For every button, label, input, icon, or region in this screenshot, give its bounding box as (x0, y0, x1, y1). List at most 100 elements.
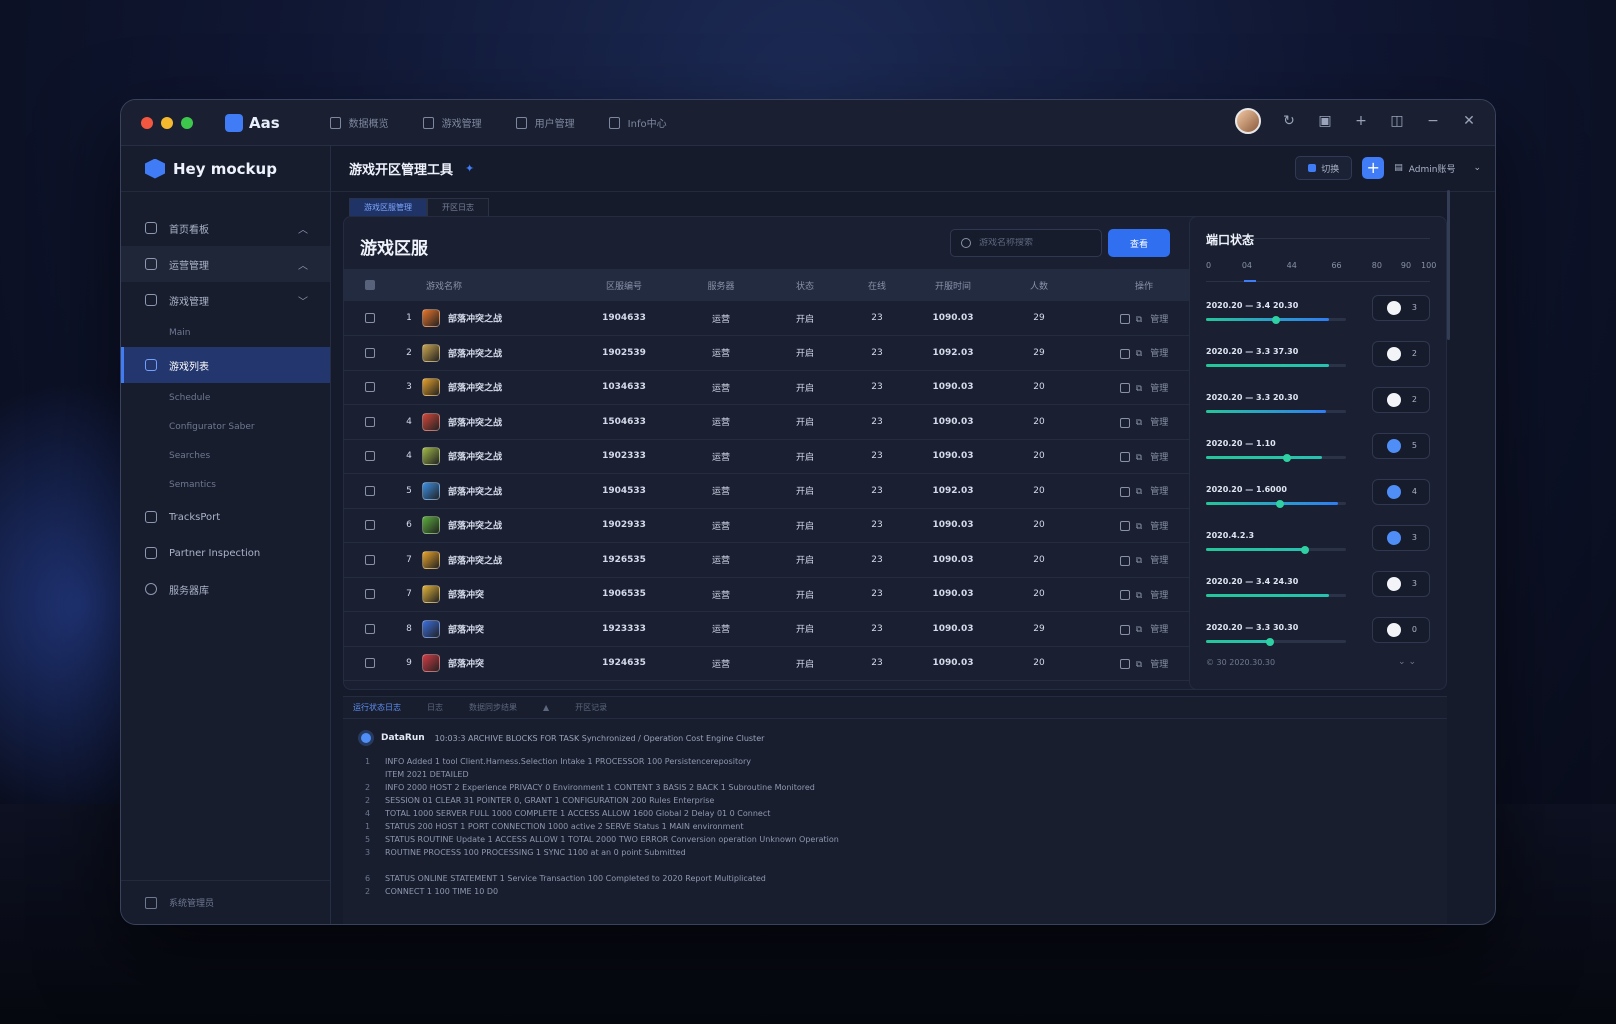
row-checkbox[interactable] (365, 589, 375, 599)
switch-button[interactable]: 切换 (1295, 156, 1353, 180)
sidebar-item-partner[interactable]: Partner Inspection (121, 535, 330, 571)
close-icon[interactable]: ✕ (1461, 113, 1477, 129)
slider-knob[interactable] (1283, 453, 1292, 462)
slider-knob[interactable] (1272, 315, 1280, 324)
port-slider[interactable] (1206, 315, 1346, 324)
edit-icon[interactable] (1119, 521, 1130, 532)
select-all-cell[interactable] (344, 269, 396, 301)
game-cell[interactable]: 部落冲突 (422, 646, 574, 681)
game-cell[interactable]: 部落冲突之战 (422, 405, 574, 440)
copy-icon[interactable]: ⧉ (1136, 522, 1142, 532)
table-row[interactable]: 9 部落冲突 1924635 运营 开启 23 1090.03 20 ⧉ 管理 (344, 646, 1202, 681)
manage-link[interactable]: 管理 (1150, 349, 1168, 359)
game-cell[interactable]: 部落冲突之战 (422, 301, 574, 336)
copy-icon[interactable]: ⧉ (1136, 487, 1142, 497)
edit-icon[interactable] (1119, 348, 1130, 359)
table-row[interactable]: 5 部落冲突之战 1904533 运营 开启 23 1092.03 20 ⧉ 管理 (344, 474, 1202, 509)
copy-icon[interactable]: ⧉ (1136, 384, 1142, 394)
top-nav-item-games[interactable]: 游戏管理 (422, 115, 482, 130)
port-toggle[interactable]: 3 (1372, 525, 1430, 551)
row-checkbox-cell[interactable] (344, 508, 396, 543)
col-header-server[interactable]: 服务器 (674, 269, 768, 301)
slider-knob[interactable] (1266, 637, 1275, 646)
edit-icon[interactable] (1119, 659, 1130, 670)
row-checkbox-cell[interactable] (344, 336, 396, 371)
restore-icon[interactable]: ◫ (1389, 113, 1405, 129)
sidebar-footer[interactable]: 系统管理员 (121, 880, 330, 924)
account-select[interactable]: ▤ Admin账号 ⌄ (1394, 162, 1481, 175)
avatar[interactable] (1235, 108, 1261, 134)
col-header-code[interactable]: 区服编号 (574, 269, 674, 301)
manage-link[interactable]: 管理 (1150, 591, 1168, 601)
top-nav-item-info[interactable]: Info中心 (608, 115, 667, 130)
view-button[interactable]: 查看 (1108, 229, 1170, 257)
port-slider[interactable] (1206, 545, 1346, 554)
port-slider[interactable] (1206, 410, 1346, 413)
edit-icon[interactable] (1119, 555, 1130, 566)
window-icon[interactable]: ▣ (1317, 113, 1333, 129)
copy-icon[interactable]: ⧉ (1136, 556, 1142, 566)
sidebar-subitem-main[interactable]: Main (121, 318, 330, 347)
row-checkbox[interactable] (365, 451, 375, 461)
row-checkbox-cell[interactable] (344, 301, 396, 336)
log-tab-records[interactable]: 开区记录 (575, 702, 607, 713)
row-checkbox-cell[interactable] (344, 439, 396, 474)
port-toggle[interactable]: 2 (1372, 341, 1430, 367)
row-checkbox-cell[interactable] (344, 646, 396, 681)
game-cell[interactable]: 部落冲突之战 (422, 474, 574, 509)
manage-link[interactable]: 管理 (1150, 315, 1168, 325)
row-checkbox[interactable] (365, 347, 375, 358)
manage-link[interactable]: 管理 (1150, 556, 1168, 566)
row-checkbox-cell[interactable] (344, 577, 396, 612)
row-checkbox[interactable] (365, 485, 375, 496)
log-tab-arrow[interactable]: ▲ (543, 703, 549, 712)
manage-link[interactable]: 管理 (1150, 487, 1168, 497)
manage-link[interactable]: 管理 (1150, 625, 1168, 635)
game-cell[interactable]: 部落冲突 (422, 577, 574, 612)
table-row[interactable]: 1 部落冲突之战 1904633 运营 开启 23 1090.03 29 ⧉ 管理 (344, 301, 1202, 336)
row-checkbox[interactable] (365, 623, 375, 634)
sidebar-item-tracksport[interactable]: TracksPort (121, 499, 330, 535)
port-toggle[interactable]: 4 (1372, 479, 1430, 505)
tab-zone-management[interactable]: 游戏区服管理 (349, 198, 427, 216)
copy-icon[interactable]: ⧉ (1136, 349, 1142, 359)
slider-knob[interactable] (1276, 499, 1285, 508)
row-checkbox-cell[interactable] (344, 543, 396, 578)
port-slider[interactable] (1206, 637, 1346, 646)
row-checkbox-cell[interactable] (344, 612, 396, 647)
col-header-status[interactable]: 状态 (768, 269, 842, 301)
col-header-online[interactable]: 在线 (842, 269, 912, 301)
copy-icon[interactable]: ⧉ (1136, 625, 1142, 635)
log-tab-log[interactable]: 日志 (427, 702, 443, 713)
table-row[interactable]: 8 部落冲突 1923333 运营 开启 23 1090.03 29 ⧉ 管理 (344, 612, 1202, 647)
row-checkbox[interactable] (365, 658, 375, 668)
game-cell[interactable]: 部落冲突之战 (422, 370, 574, 405)
log-tab-runtime[interactable]: 运行状态日志 (353, 702, 401, 713)
edit-icon[interactable] (1119, 590, 1130, 601)
row-checkbox-cell[interactable] (344, 405, 396, 440)
table-row[interactable]: 4 部落冲突之战 1504633 运营 开启 23 1090.03 20 ⧉ 管理 (344, 405, 1202, 440)
game-cell[interactable]: 部落冲突之战 (422, 336, 574, 371)
table-row[interactable]: 3 部落冲突之战 1034633 运营 开启 23 1090.03 20 ⧉ 管理 (344, 370, 1202, 405)
copy-icon[interactable]: ⧉ (1136, 591, 1142, 601)
top-nav-item-overview[interactable]: 数据概览 (329, 115, 389, 130)
manage-link[interactable]: 管理 (1150, 418, 1168, 428)
sidebar-subitem-schedule[interactable]: Schedule (121, 383, 330, 412)
sidebar-subitem-searches[interactable]: Searches (121, 441, 330, 470)
row-checkbox-cell[interactable] (344, 370, 396, 405)
row-checkbox[interactable] (365, 312, 375, 323)
manage-link[interactable]: 管理 (1150, 522, 1168, 532)
table-row[interactable]: 7 部落冲突 1906535 运营 开启 23 1090.03 20 ⧉ 管理 (344, 577, 1202, 612)
plus-icon[interactable]: + (1353, 113, 1369, 129)
port-toggle[interactable]: 2 (1372, 387, 1430, 413)
port-toggle[interactable]: 3 (1372, 571, 1430, 597)
edit-icon[interactable] (1119, 452, 1130, 463)
col-header-name[interactable]: 游戏名称 (422, 269, 574, 301)
minimize-window-button[interactable] (161, 116, 173, 129)
port-slider[interactable] (1206, 364, 1346, 367)
port-slider[interactable] (1206, 594, 1346, 597)
search-box[interactable] (950, 229, 1102, 257)
panel-expand-icon[interactable]: ⌄ ⌄ (1398, 657, 1416, 667)
manage-link[interactable]: 管理 (1150, 384, 1168, 394)
refresh-icon[interactable]: ↻ (1281, 113, 1297, 129)
